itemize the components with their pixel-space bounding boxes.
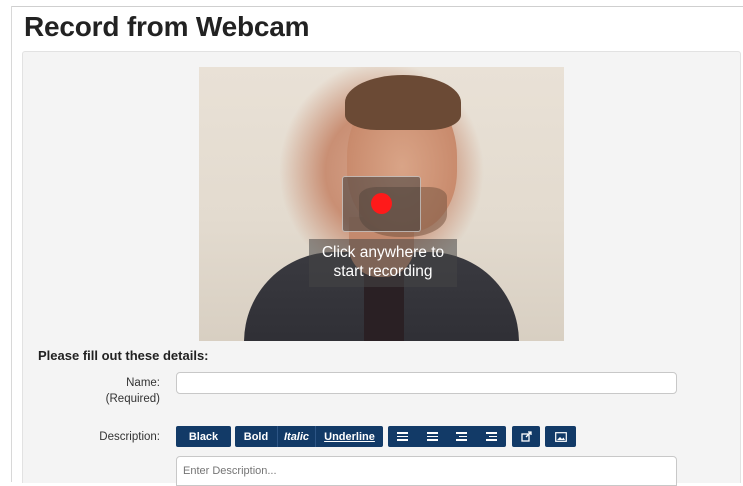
insert-link-button[interactable] (512, 426, 540, 447)
insert-image-button[interactable] (545, 426, 576, 447)
record-button[interactable] (342, 176, 421, 232)
indent-icon (485, 432, 497, 441)
color-label: Black (188, 430, 219, 443)
record-prompt-line2: start recording (333, 263, 433, 280)
left-divider (11, 6, 12, 482)
record-prompt-line1: Click anywhere to (321, 244, 445, 261)
unordered-list-button[interactable] (417, 426, 447, 447)
record-icon (371, 193, 392, 214)
details-section-title: Please fill out these details: (38, 348, 209, 363)
color-dropdown[interactable]: Black (176, 426, 231, 447)
unordered-list-icon (426, 432, 438, 441)
italic-button[interactable]: Italic (277, 426, 315, 447)
top-divider (12, 6, 743, 7)
indent-button[interactable] (476, 426, 506, 447)
name-required-note: (Required) (105, 393, 160, 405)
list-indent-group (388, 426, 506, 447)
text-style-group: Bold Italic Underline (235, 426, 383, 447)
underline-button[interactable]: Underline (315, 426, 383, 447)
name-input[interactable] (176, 372, 677, 394)
description-label: Description: (99, 431, 160, 443)
record-prompt[interactable]: Click anywhere to start recording (309, 239, 457, 287)
outdent-button[interactable] (447, 426, 476, 447)
insert-link-icon (512, 426, 540, 447)
webcam-subject-hair (345, 75, 461, 130)
ordered-list-button[interactable] (388, 426, 417, 447)
name-label: Name: (126, 377, 160, 389)
webcam-preview[interactable]: Click anywhere to start recording (199, 67, 564, 341)
bold-button[interactable]: Bold (235, 426, 277, 447)
outdent-icon (456, 432, 467, 441)
page-title: Record from Webcam (24, 11, 310, 42)
ordered-list-icon (397, 432, 408, 441)
insert-image-icon (545, 426, 576, 447)
